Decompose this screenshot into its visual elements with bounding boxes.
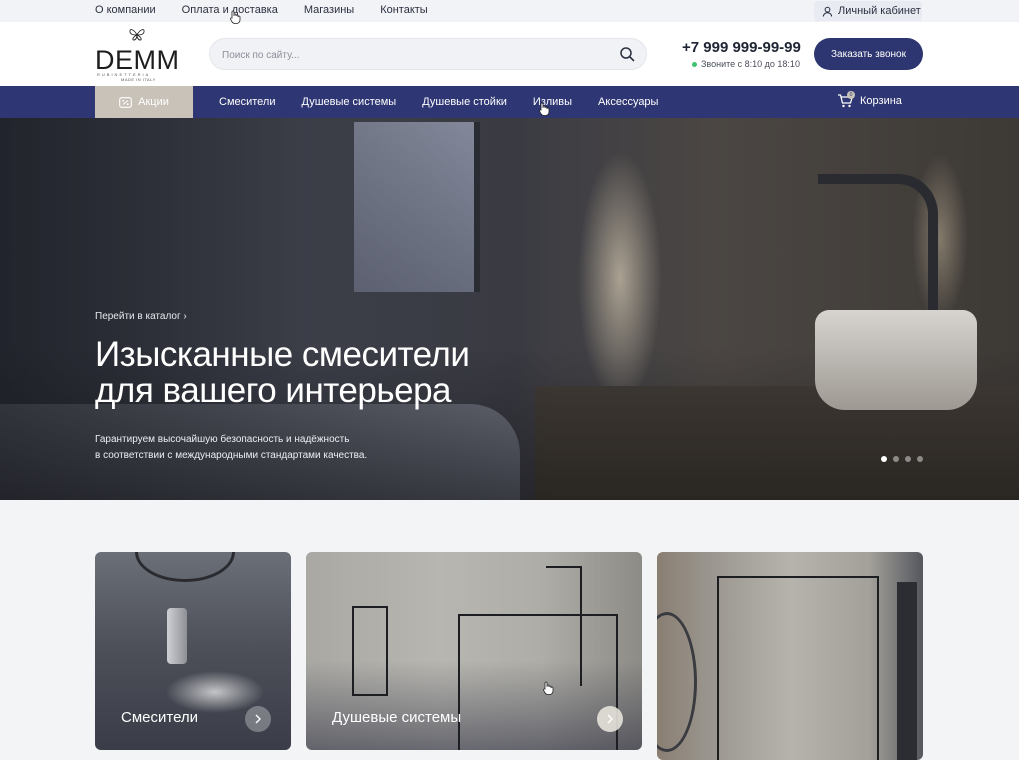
search-icon[interactable] [619,46,635,62]
hero-desc-line1: Гарантируем высочайшую безопасность и на… [95,434,350,445]
top-link-contacts[interactable]: Контакты [380,4,428,16]
top-link-about[interactable]: О компании [95,4,156,16]
card-arrow-button[interactable] [597,706,623,732]
mirror-image [135,552,235,582]
butterfly-logo-icon [129,29,145,41]
online-dot-icon [692,61,697,67]
cart-icon-wrap: 0 [837,91,855,109]
slider-dots [881,456,923,462]
top-links: О компании Оплата и доставка Магазины Ко… [95,4,428,16]
hero-banner: Перейти в каталог › Изысканные смесители… [0,118,1019,500]
chevron-right-icon: › [183,311,187,322]
shower-head-image [546,566,582,686]
round-mirror-image [657,612,697,752]
cart-button[interactable]: 0 Корзина [837,91,902,109]
radiator-image [897,582,917,760]
catalog-link[interactable]: Перейти в каталог › [95,311,187,322]
faucet-image [167,608,187,664]
hero-desc-line2: в соответствии с международными стандарт… [95,450,368,461]
working-hours-text: Звоните с 8:10 до 18:10 [701,59,800,69]
nav-item-accessories[interactable]: Аксессуары [598,96,658,108]
site-header: DEMM RUBINETTERIA MADE IN ITALY +7 999 9… [0,22,1019,86]
nav-item-promo-label: Акции [138,96,169,108]
logo-made-in: MADE IN ITALY [121,77,156,82]
nav-item-shower-systems[interactable]: Душевые системы [302,96,397,108]
category-card-faucets[interactable]: Смесители [95,552,291,750]
request-call-button[interactable]: Заказать звонок [814,38,923,70]
catalog-link-label: Перейти в каталог [95,311,181,322]
main-nav: Акции Смесители Душевые системы Душевые … [0,86,1019,118]
cart-count-badge: 0 [847,91,855,99]
nav-item-promo[interactable]: Акции [95,86,193,118]
hand-cursor-icon [539,102,550,116]
hero-title-line2: для вашего интерьера [95,371,452,410]
hand-cursor-icon [230,10,241,24]
chevron-right-icon [255,714,261,724]
shower-frame-image [458,614,618,750]
hero-description: Гарантируем высочайшую безопасность и на… [95,432,515,464]
search-input[interactable] [222,47,602,63]
shower-enclosure-image [717,576,879,760]
category-card-shower-racks[interactable] [657,552,923,760]
towel-rail-image [352,606,388,696]
slider-dot-3[interactable] [905,456,911,462]
cart-label: Корзина [860,95,902,107]
hero-title: Изысканные смесители для вашего интерьер… [95,337,555,409]
hand-cursor-icon [543,681,554,695]
account-label: Личный кабинет [838,5,921,17]
account-button[interactable]: Личный кабинет [814,1,922,21]
logo[interactable]: DEMM RUBINETTERIA MADE IN ITALY [95,26,181,82]
slider-dot-2[interactable] [893,456,899,462]
card-arrow-button[interactable] [245,706,271,732]
hero-sink-image [815,310,977,410]
nav-item-shower-racks[interactable]: Душевые стойки [422,96,507,108]
hero-faucet-image [818,174,938,314]
hero-title-line1: Изысканные смесители [95,335,470,374]
category-card-label: Смесители [121,709,199,726]
slider-dot-1[interactable] [881,456,887,462]
category-card-shower-systems[interactable]: Душевые системы [306,552,642,750]
phone-number[interactable]: +7 999 999-99-99 [682,39,801,56]
category-card-label: Душевые системы [332,709,462,726]
tag-icon [119,96,132,108]
slider-dot-4[interactable] [917,456,923,462]
chevron-right-icon [607,714,613,724]
top-link-stores[interactable]: Магазины [304,4,354,16]
search-box [209,38,647,70]
nav-item-faucets[interactable]: Смесители [219,96,276,108]
user-icon [822,6,833,17]
top-bar: О компании Оплата и доставка Магазины Ко… [0,0,1019,22]
nav-categories: Смесители Душевые системы Душевые стойки… [219,96,658,108]
working-hours: Звоните с 8:10 до 18:10 [692,59,800,69]
